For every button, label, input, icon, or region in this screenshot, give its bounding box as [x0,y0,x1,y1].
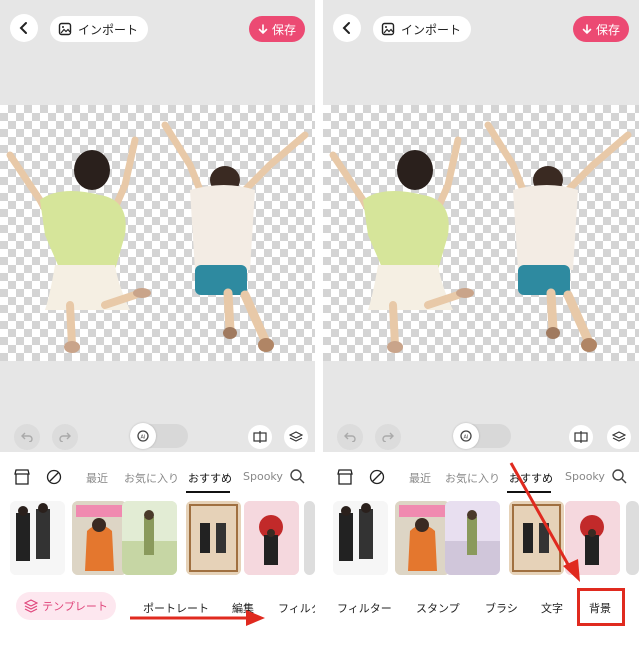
save-label: 保存 [271,22,296,37]
store-icon[interactable] [13,469,31,485]
editor-canvas: インポート 保存 AI [323,0,639,452]
back-icon [342,22,350,34]
left-screenshot: インポート 保存 AI 最近 お気に入り おすすめ Spooky テンプレート … [0,0,315,653]
right-screenshot: インポート 保存 AI 最近 お気に入り おすすめ Spooky フィルター ス… [323,0,639,653]
template-icon [24,599,39,613]
redo-button[interactable] [52,424,78,450]
editor-canvas: インポート 保存 AI [0,0,315,452]
ai-icon: AI [130,423,156,449]
nav-stamp[interactable]: スタンプ [416,600,460,616]
tab-recommended[interactable]: おすすめ [188,470,232,486]
template-thumbnails [323,501,639,579]
tab-spooky[interactable]: Spooky [243,470,283,483]
transparent-background [0,105,315,361]
template-thumbnail[interactable] [72,501,127,575]
cutout-photo [329,121,632,353]
ai-toggle[interactable]: AI [453,423,511,449]
image-icon [58,22,72,36]
template-button[interactable]: テンプレート [16,592,116,620]
import-button[interactable]: インポート [50,16,149,42]
layers-icon [607,425,631,449]
tab-favorites[interactable]: お気に入り [124,470,179,486]
store-icon[interactable] [336,469,354,485]
undo-button[interactable] [14,424,40,450]
image-icon [381,22,395,36]
compare-icon [569,425,593,449]
search-icon[interactable] [289,468,305,484]
red-arrow-annotation [509,462,580,582]
template-thumbnail[interactable] [445,501,500,575]
tab-favorites[interactable]: お気に入り [445,470,500,486]
undo-icon [337,424,363,450]
transparent-background [323,105,639,361]
category-tabs: 最近 お気に入り おすすめ Spooky [0,460,315,494]
import-label: インポート [78,22,139,37]
layers-button[interactable] [607,424,631,450]
compare-icon [248,425,272,449]
none-icon[interactable] [46,469,62,485]
nav-filter[interactable]: フィルター [337,600,392,616]
template-thumbnail[interactable] [304,501,315,575]
nav-filter[interactable]: フィルタ [278,600,315,616]
back-icon [19,22,27,34]
save-button[interactable]: 保存 [248,16,305,42]
import-label: インポート [401,22,462,37]
redo-icon [375,424,401,450]
background-highlight-box [577,588,625,626]
top-bar: インポート 保存 [10,14,305,44]
compare-button[interactable] [569,424,593,450]
template-thumbnail[interactable] [122,501,177,575]
svg-text:AI: AI [464,435,469,441]
ai-toggle[interactable]: AI [130,423,188,449]
compare-button[interactable] [248,424,272,450]
undo-button[interactable] [337,424,363,450]
template-thumbnail[interactable] [333,501,388,575]
template-thumbnail[interactable] [395,501,450,575]
nav-brush[interactable]: ブラシ [485,600,518,616]
red-arrow-annotation [130,610,265,626]
import-button[interactable]: インポート [373,16,472,42]
category-tabs: 最近 お気に入り おすすめ Spooky [323,460,639,494]
back-button[interactable] [10,14,38,42]
top-bar: インポート 保存 [333,14,629,44]
redo-button[interactable] [375,424,401,450]
layers-icon [284,425,308,449]
download-icon [582,23,592,34]
tab-recent[interactable]: 最近 [86,470,108,486]
ai-icon: AI [453,423,479,449]
tab-recent[interactable]: 最近 [409,470,431,486]
template-thumbnail[interactable] [244,501,299,575]
template-thumbnail[interactable] [186,501,241,575]
svg-text:AI: AI [141,435,146,441]
template-thumbnail[interactable] [10,501,65,575]
redo-icon [52,424,78,450]
back-button[interactable] [333,14,361,42]
nav-text[interactable]: 文字 [541,600,563,616]
save-label: 保存 [595,22,620,37]
download-icon [258,23,268,34]
template-label: テンプレート [42,600,108,613]
cutout-photo [6,121,309,353]
template-thumbnail[interactable] [626,501,639,575]
none-icon[interactable] [369,469,385,485]
search-icon[interactable] [611,468,627,484]
save-button[interactable]: 保存 [572,16,629,42]
active-tab-underline [186,491,230,493]
undo-icon [14,424,40,450]
layers-button[interactable] [284,424,308,450]
template-thumbnails [0,501,315,579]
